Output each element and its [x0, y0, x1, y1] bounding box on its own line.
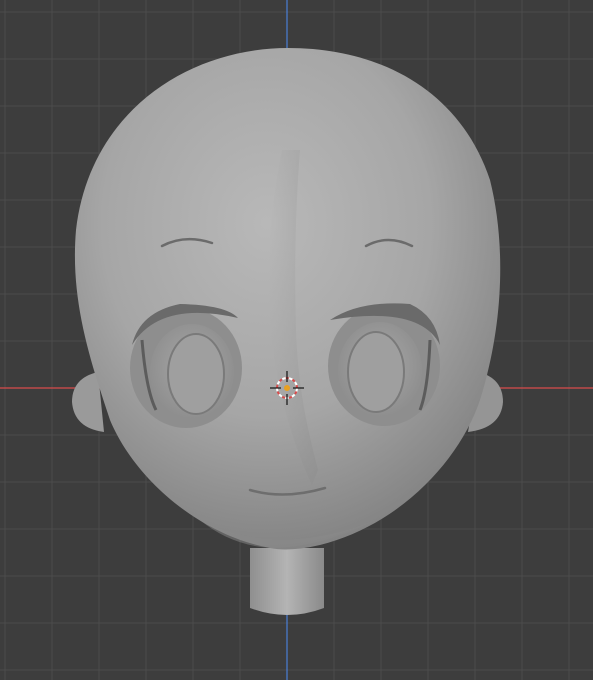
viewport-canvas[interactable] [0, 0, 593, 680]
head-mesh[interactable] [72, 48, 503, 615]
neck [250, 548, 324, 615]
3d-viewport[interactable] [0, 0, 593, 680]
